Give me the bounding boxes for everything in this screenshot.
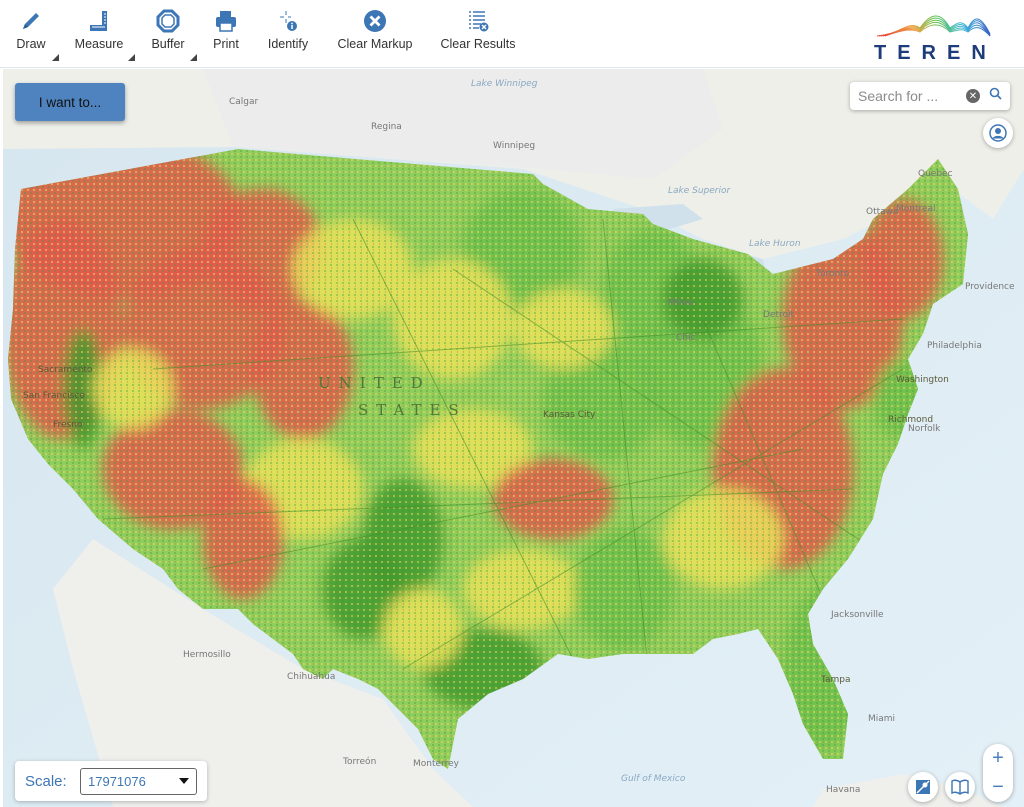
clear-results-button[interactable]: Clear Results: [438, 8, 518, 64]
close-circle-icon: [364, 10, 386, 32]
basemap: [3, 69, 1024, 807]
map-label-kansas-city: Kansas City: [543, 410, 596, 420]
map-label-lake-huron: Lake Huron: [749, 239, 801, 249]
identify-label: Identify: [267, 37, 309, 51]
map-label-torreon: Torreón: [343, 757, 377, 767]
scale-value: 17971076: [88, 773, 146, 789]
user-icon: [989, 124, 1007, 142]
draw-label: Draw: [16, 37, 46, 51]
buffer-tool-button[interactable]: Buffer: [150, 8, 197, 64]
map-label-united: UNITED: [318, 374, 431, 392]
clear-search-icon[interactable]: ✕: [966, 89, 980, 103]
teren-logo: TEREN: [872, 6, 1002, 64]
map-label-chihuahua: Chihuahua: [287, 672, 336, 682]
zoom-out-button[interactable]: −: [983, 773, 1013, 802]
logo-wave-icon: [876, 15, 991, 37]
search-input[interactable]: [850, 88, 960, 104]
print-tool-button[interactable]: Print: [211, 8, 241, 64]
map-label-milwaukee: Milwa: [668, 298, 694, 308]
scale-control: Scale: 17971076: [15, 761, 207, 801]
draw-tool-button[interactable]: Draw: [14, 8, 59, 64]
map-label-toronto: Toronto: [816, 269, 850, 279]
identify-tool-button[interactable]: Identify: [265, 8, 311, 64]
zoom-control: + −: [983, 744, 1013, 802]
measure-label: Measure: [74, 37, 124, 51]
map-label-hermosillo: Hermosillo: [183, 650, 231, 660]
map-label-miami: Miami: [868, 714, 896, 724]
map-label-providence: Providence: [965, 282, 1015, 292]
buffer-label: Buffer: [151, 37, 185, 51]
pencil-icon: [23, 13, 39, 29]
ruler-icon: [90, 11, 107, 31]
i-want-to-button[interactable]: I want to...: [15, 83, 125, 121]
map-label-san-francisco: San Francisco: [23, 391, 85, 401]
zoom-in-button[interactable]: +: [983, 744, 1013, 773]
buffer-icon: [156, 9, 180, 33]
clear-markup-label: Clear Markup: [337, 37, 413, 51]
map-label-philadelphia: Philadelphia: [927, 341, 982, 351]
map-label-ottawa: Ottawa: [866, 207, 899, 217]
scale-select[interactable]: 17971076: [80, 767, 197, 795]
map-label-detroit: Detroit: [763, 310, 795, 320]
map-pin-icon: [916, 780, 930, 794]
draw-menu-arrow[interactable]: [52, 54, 59, 61]
toolbar: Draw Measure Buffer Print Identify Clear…: [0, 0, 1024, 68]
map-label-regina: Regina: [371, 122, 402, 132]
map-label-quebec: Quebec: [918, 169, 953, 179]
map-label-jacksonville: Jacksonville: [831, 610, 884, 620]
map-canvas[interactable]: Calgar Regina Winnipeg Quebec Ottawa Mon…: [3, 69, 1024, 807]
map-label-lake-superior: Lake Superior: [668, 186, 731, 196]
map-label-winnipeg: Winnipeg: [493, 141, 536, 151]
map-label-states: STATES: [358, 401, 467, 419]
measure-menu-arrow[interactable]: [128, 54, 135, 61]
book-icon: [951, 779, 969, 795]
scale-label: Scale:: [25, 772, 67, 790]
measure-tool-button[interactable]: Measure: [72, 8, 135, 64]
map-label-calgary: Calgar: [229, 97, 259, 107]
map-label-sacramento: Sacramento: [38, 365, 93, 375]
printer-icon: [216, 11, 236, 32]
map-label-tampa: Tampa: [821, 675, 851, 685]
identify-icon: [280, 11, 297, 31]
clear-markup-button[interactable]: Clear Markup: [335, 8, 415, 64]
search-box: ✕: [850, 82, 1010, 110]
user-location-button[interactable]: [983, 118, 1013, 148]
map-label-fresno: Fresno: [53, 420, 83, 430]
map-label-havana: Havana: [826, 785, 861, 795]
bookmarks-button[interactable]: [945, 772, 975, 802]
logo-text: TEREN: [874, 42, 997, 64]
clear-list-icon: [469, 11, 489, 32]
map-label-gulf-of-mexico: Gulf of Mexico: [621, 774, 686, 784]
map-label-monterrey: Monterrey: [413, 759, 459, 769]
search-icon[interactable]: [989, 87, 1002, 105]
map-label-washington: Washington: [896, 375, 949, 385]
clear-results-label: Clear Results: [440, 37, 516, 51]
buffer-menu-arrow[interactable]: [190, 54, 197, 61]
map-label-chicago: Chic: [676, 333, 696, 343]
map-label-lake-winnipeg: Lake Winnipeg: [471, 79, 538, 89]
map-label-norfolk: Norfolk: [908, 424, 941, 434]
chevron-down-icon: [179, 778, 189, 784]
print-label: Print: [213, 37, 239, 51]
basemap-toggle-button[interactable]: [908, 772, 938, 802]
map-label-montreal: Montreal: [896, 204, 936, 214]
